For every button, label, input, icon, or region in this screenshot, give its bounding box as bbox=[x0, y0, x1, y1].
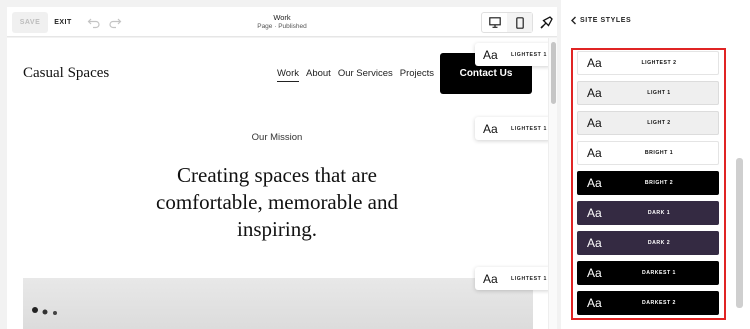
headline: Creating spaces that are comfortable, me… bbox=[156, 163, 398, 241]
chip-aa: Aa bbox=[483, 121, 498, 136]
chip-aa: Aa bbox=[483, 47, 498, 62]
canvas-scroll-thumb[interactable] bbox=[551, 42, 556, 104]
theme-label: BRIGHT 2 bbox=[644, 180, 674, 186]
chip-label: LIGHTEST 1 bbox=[511, 51, 547, 58]
theme-aa: Aa bbox=[587, 206, 602, 220]
color-theme-swatch[interactable]: Aa LIGHT 2 bbox=[577, 111, 719, 135]
device-toggle bbox=[481, 12, 533, 33]
redo-icon[interactable] bbox=[108, 15, 122, 29]
section-theme-chip[interactable]: Aa LIGHTEST 1 bbox=[475, 43, 552, 66]
panel-scroll-thumb[interactable] bbox=[736, 158, 743, 308]
editor-toolbar: SAVE EXIT Work Page · Published bbox=[7, 7, 557, 37]
undo-icon[interactable] bbox=[87, 15, 101, 29]
site-nav: Work About Our Services Projects bbox=[277, 68, 434, 82]
hero-image-detail bbox=[32, 307, 57, 315]
section-theme-chip[interactable]: Aa LIGHTEST 1 bbox=[475, 117, 552, 140]
color-theme-swatch[interactable]: Aa DARK 2 bbox=[577, 231, 719, 255]
paintbrush-icon bbox=[539, 16, 553, 29]
nav-item-our-services[interactable]: Our Services bbox=[338, 68, 393, 82]
section-theme-chip[interactable]: Aa LIGHTEST 1 bbox=[475, 267, 552, 290]
theme-label: LIGHT 2 bbox=[647, 120, 671, 126]
theme-aa: Aa bbox=[587, 176, 602, 190]
desktop-view-button[interactable] bbox=[482, 13, 507, 32]
mission-label: Our Mission bbox=[251, 132, 303, 143]
theme-aa: Aa bbox=[587, 56, 602, 70]
page-info[interactable]: Work Page · Published bbox=[237, 13, 327, 30]
color-theme-swatch[interactable]: Aa DARKEST 1 bbox=[577, 261, 719, 285]
site-styles-button[interactable] bbox=[536, 12, 556, 33]
site-styles-panel: SITE STYLES Aa LIGHTEST 2 Aa LIGHT 1 Aa LIGHT… bbox=[561, 0, 750, 329]
theme-label: DARK 2 bbox=[647, 240, 671, 246]
mobile-view-button[interactable] bbox=[507, 13, 532, 32]
panel-header[interactable]: SITE STYLES bbox=[570, 16, 631, 25]
theme-label: DARKEST 2 bbox=[642, 300, 676, 306]
nav-item-projects[interactable]: Projects bbox=[400, 68, 434, 82]
nav-item-work[interactable]: Work bbox=[277, 68, 299, 82]
panel-title: SITE STYLES bbox=[580, 17, 632, 24]
theme-aa: Aa bbox=[587, 146, 602, 160]
site-preview: Casual Spaces Work About Our Services Pr… bbox=[7, 38, 557, 329]
theme-label: DARKEST 1 bbox=[642, 270, 676, 276]
color-theme-swatch[interactable]: Aa LIGHT 1 bbox=[577, 81, 719, 105]
color-theme-swatch[interactable]: Aa DARK 1 bbox=[577, 201, 719, 225]
chip-label: LIGHTEST 1 bbox=[511, 125, 547, 132]
nav-item-about[interactable]: About bbox=[306, 68, 331, 82]
theme-aa: Aa bbox=[587, 86, 602, 100]
mobile-icon bbox=[515, 16, 524, 29]
exit-button[interactable]: EXIT bbox=[51, 12, 75, 33]
chevron-left-icon[interactable] bbox=[570, 16, 577, 25]
theme-aa: Aa bbox=[587, 236, 602, 250]
theme-label: LIGHTEST 2 bbox=[641, 60, 677, 66]
color-theme-swatch[interactable]: Aa BRIGHT 1 bbox=[577, 141, 719, 165]
canvas-scrollbar[interactable] bbox=[548, 38, 557, 329]
page-status: Page · Published bbox=[257, 23, 307, 30]
theme-label: LIGHT 1 bbox=[647, 90, 671, 96]
theme-aa: Aa bbox=[587, 266, 602, 280]
site-logo[interactable]: Casual Spaces bbox=[23, 65, 109, 82]
desktop-icon bbox=[488, 17, 501, 28]
color-theme-swatch[interactable]: Aa LIGHTEST 2 bbox=[577, 51, 719, 75]
page-title: Work bbox=[273, 13, 291, 22]
color-theme-swatch[interactable]: Aa DARKEST 2 bbox=[577, 291, 719, 315]
hero-image bbox=[23, 278, 533, 329]
theme-aa: Aa bbox=[587, 296, 602, 310]
color-theme-list: Aa LIGHTEST 2 Aa LIGHT 1 Aa LIGHT 2 Aa BRIGHT 1… bbox=[571, 48, 726, 320]
color-theme-swatch[interactable]: Aa BRIGHT 2 bbox=[577, 171, 719, 195]
chip-aa: Aa bbox=[483, 271, 498, 286]
save-button[interactable]: SAVE bbox=[12, 12, 48, 33]
theme-label: BRIGHT 1 bbox=[644, 150, 674, 156]
chip-label: LIGHTEST 1 bbox=[511, 275, 547, 282]
theme-aa: Aa bbox=[587, 116, 602, 130]
theme-label: DARK 1 bbox=[647, 210, 671, 216]
